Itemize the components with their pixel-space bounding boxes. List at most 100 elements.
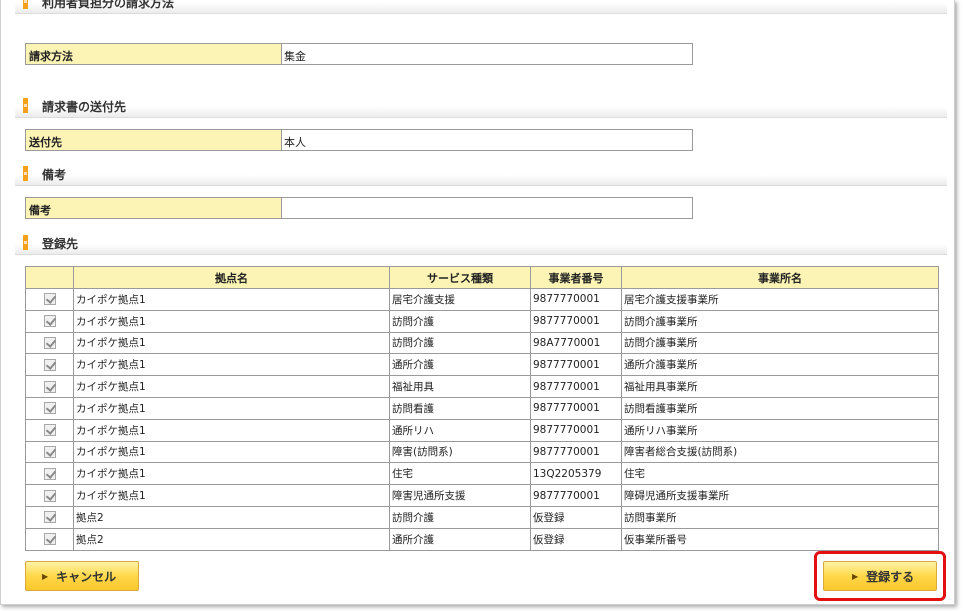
column-header-service: サービス種類 — [389, 266, 531, 289]
row-checkbox[interactable] — [43, 467, 56, 480]
provider-number-cell: 9877770001 — [530, 288, 622, 311]
row-checkbox[interactable] — [43, 358, 56, 371]
service-type-cell: 通所介護 — [389, 527, 531, 551]
table-row: カイポケ拠点1 住宅 13Q2205379 住宅 — [25, 462, 939, 486]
provider-number-cell: 9877770001 — [530, 484, 622, 507]
base-name-cell: 拠点2 — [73, 505, 390, 529]
base-name-cell: カイポケ拠点1 — [73, 331, 390, 355]
section-marker-icon — [23, 235, 28, 250]
section-title: 請求書の送付先 — [42, 100, 127, 114]
remarks-value — [282, 198, 692, 218]
row-checkbox-cell — [25, 418, 74, 442]
row-checkbox[interactable] — [43, 424, 56, 437]
base-name-cell: カイポケ拠点1 — [73, 375, 390, 398]
billing-method-row: 請求方法 集金 — [25, 43, 693, 65]
table-row: カイポケ拠点1 障害(訪問系) 9877770001 障害者総合支援(訪問系) — [25, 440, 939, 464]
table-row: カイポケ拠点1 訪問看護 9877770001 訪問看護事業所 — [25, 396, 939, 420]
service-type-cell: 訪問介護 — [389, 331, 531, 355]
office-name-cell: 通所介護事業所 — [621, 353, 939, 377]
service-type-cell: 福祉用具 — [389, 375, 531, 398]
row-checkbox-cell — [25, 353, 74, 377]
column-header-office: 事業所名 — [621, 266, 939, 289]
row-checkbox-cell — [25, 440, 74, 464]
row-checkbox[interactable] — [43, 511, 56, 524]
register-button-label: 登録する — [866, 569, 915, 584]
column-header-base: 拠点名 — [73, 266, 390, 289]
service-type-cell: 訪問介護 — [389, 505, 531, 529]
row-checkbox-cell — [25, 309, 74, 333]
base-name-cell: カイポケ拠点1 — [73, 418, 390, 442]
table-header-row: 拠点名 サービス種類 事業者番号 事業所名 — [25, 266, 939, 289]
provider-number-cell: 9877770001 — [530, 353, 622, 377]
provider-number-cell: 9877770001 — [530, 440, 622, 464]
send-to-value: 本人 — [282, 130, 692, 150]
office-name-cell: 訪問事業所 — [621, 505, 939, 529]
office-name-cell: 訪問介護事業所 — [621, 331, 939, 355]
office-name-cell: 通所リハ事業所 — [621, 418, 939, 442]
base-name-cell: カイポケ拠点1 — [73, 440, 390, 464]
billing-method-value: 集金 — [282, 44, 692, 64]
base-name-cell: カイポケ拠点1 — [73, 484, 390, 507]
table-row: カイポケ拠点1 居宅介護支援 9877770001 居宅介護支援事業所 — [25, 288, 939, 311]
remarks-row: 備考 — [25, 197, 693, 219]
service-type-cell: 通所介護 — [389, 353, 531, 377]
office-name-cell: 居宅介護支援事業所 — [621, 288, 939, 311]
table-row: カイポケ拠点1 障害児通所支援 9877770001 障碍児通所支援事業所 — [25, 484, 939, 507]
cancel-button[interactable]: ▶ キャンセル — [25, 561, 139, 591]
office-name-cell: 訪問看護事業所 — [621, 396, 939, 420]
provider-number-cell: 9877770001 — [530, 375, 622, 398]
row-checkbox-cell — [25, 462, 74, 486]
office-name-cell: 仮事業所番号 — [621, 527, 939, 551]
table-row: 拠点2 通所介護 仮登録 仮事業所番号 — [25, 527, 939, 551]
section-title: 備考 — [42, 168, 67, 182]
row-checkbox[interactable] — [43, 402, 56, 415]
base-name-cell: 拠点2 — [73, 527, 390, 551]
table-row: 拠点2 訪問介護 仮登録 訪問事業所 — [25, 505, 939, 529]
row-checkbox[interactable] — [43, 445, 56, 458]
provider-number-cell: 仮登録 — [530, 505, 622, 529]
provider-number-cell: 9877770001 — [530, 309, 622, 333]
base-name-cell: カイポケ拠点1 — [73, 309, 390, 333]
row-checkbox[interactable] — [43, 293, 56, 306]
section-title: 利用者負担分の請求方法 — [42, 0, 175, 10]
table-row: カイポケ拠点1 訪問介護 98A7770001 訪問介護事業所 — [25, 331, 939, 355]
row-checkbox[interactable] — [43, 315, 56, 328]
provider-number-cell: 仮登録 — [530, 527, 622, 551]
service-type-cell: 障害(訪問系) — [389, 440, 531, 464]
cancel-button-label: キャンセル — [56, 569, 117, 584]
section-header-remarks: 備考 — [15, 162, 947, 186]
row-checkbox-cell — [25, 527, 74, 551]
billing-method-label: 請求方法 — [26, 44, 282, 64]
row-checkbox[interactable] — [43, 533, 56, 546]
row-checkbox-cell — [25, 331, 74, 355]
table-row: カイポケ拠点1 通所介護 9877770001 通所介護事業所 — [25, 353, 939, 377]
row-checkbox[interactable] — [43, 380, 56, 393]
remarks-label: 備考 — [26, 198, 282, 218]
row-checkbox[interactable] — [43, 336, 56, 349]
service-type-cell: 訪問看護 — [389, 396, 531, 420]
register-button[interactable]: ▶ 登録する — [823, 561, 937, 591]
section-marker-icon — [23, 0, 28, 9]
provider-number-cell: 13Q2205379 — [530, 462, 622, 486]
column-header-provider-no: 事業者番号 — [530, 266, 622, 289]
service-type-cell: 住宅 — [389, 462, 531, 486]
table-row: カイポケ拠点1 通所リハ 9877770001 通所リハ事業所 — [25, 418, 939, 442]
section-marker-icon — [23, 166, 28, 181]
table-row: カイポケ拠点1 福祉用具 9877770001 福祉用具事業所 — [25, 375, 939, 398]
row-checkbox-cell — [25, 375, 74, 398]
base-name-cell: カイポケ拠点1 — [73, 288, 390, 311]
form-panel: 利用者負担分の請求方法 請求方法 集金 請求書の送付先 送付先 本人 備考 備考… — [0, 0, 955, 605]
row-checkbox-cell — [25, 505, 74, 529]
base-name-cell: カイポケ拠点1 — [73, 462, 390, 486]
office-name-cell: 障碍児通所支援事業所 — [621, 484, 939, 507]
base-name-cell: カイポケ拠点1 — [73, 353, 390, 377]
section-header-invoice-destination: 請求書の送付先 — [15, 94, 947, 118]
row-checkbox[interactable] — [43, 489, 56, 502]
table-row: カイポケ拠点1 訪問介護 9877770001 訪問介護事業所 — [25, 309, 939, 333]
office-name-cell: 住宅 — [621, 462, 939, 486]
send-to-row: 送付先 本人 — [25, 129, 693, 151]
office-name-cell: 訪問介護事業所 — [621, 309, 939, 333]
send-to-label: 送付先 — [26, 130, 282, 150]
office-name-cell: 障害者総合支援(訪問系) — [621, 440, 939, 464]
service-type-cell: 訪問介護 — [389, 309, 531, 333]
